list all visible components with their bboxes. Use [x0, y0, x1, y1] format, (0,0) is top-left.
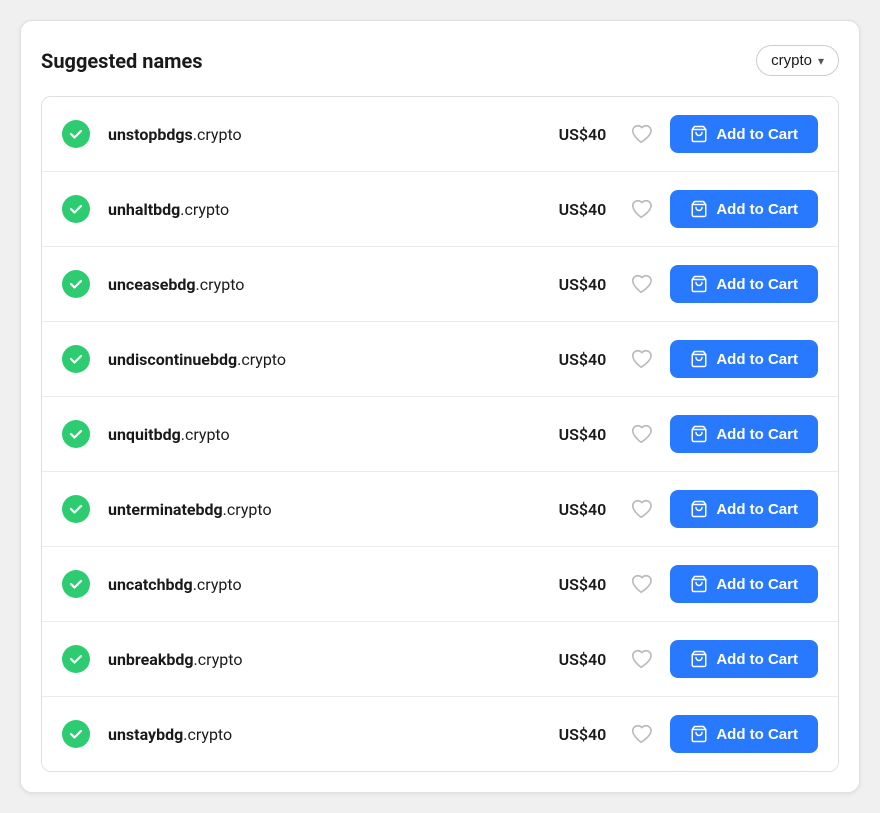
cart-icon: [690, 425, 708, 443]
domain-row: unstaybdg.crypto US$40 Add to Cart: [42, 697, 838, 771]
wishlist-button[interactable]: [626, 269, 656, 299]
cart-icon: [690, 125, 708, 143]
add-to-cart-label: Add to Cart: [716, 351, 798, 368]
available-check-icon: [62, 570, 90, 598]
domain-list: unstopbdgs.crypto US$40 Add to Cart: [41, 96, 839, 772]
domain-price: US$40: [551, 125, 606, 144]
available-check-icon: [62, 195, 90, 223]
wishlist-button[interactable]: [626, 719, 656, 749]
domain-name: unstopbdgs.crypto: [108, 125, 551, 144]
panel-title: Suggested names: [41, 49, 203, 73]
domain-row: undiscontinuebdg.crypto US$40 Add to Car…: [42, 322, 838, 397]
add-to-cart-label: Add to Cart: [716, 426, 798, 443]
domain-row: unceasebdg.crypto US$40 Add to Cart: [42, 247, 838, 322]
wishlist-button[interactable]: [626, 344, 656, 374]
available-check-icon: [62, 120, 90, 148]
domain-price: US$40: [551, 575, 606, 594]
available-check-icon: [62, 345, 90, 373]
domain-name: uncatchbdg.crypto: [108, 575, 551, 594]
domain-name: unhaltbdg.crypto: [108, 200, 551, 219]
add-to-cart-button[interactable]: Add to Cart: [670, 715, 818, 753]
available-check-icon: [62, 495, 90, 523]
domain-name: unquitbdg.crypto: [108, 425, 551, 444]
cart-icon: [690, 725, 708, 743]
cart-icon: [690, 500, 708, 518]
domain-price: US$40: [551, 200, 606, 219]
available-check-icon: [62, 645, 90, 673]
domain-price: US$40: [551, 650, 606, 669]
domain-name: unbreakbdg.crypto: [108, 650, 551, 669]
add-to-cart-label: Add to Cart: [716, 501, 798, 518]
domain-price: US$40: [551, 725, 606, 744]
wishlist-button[interactable]: [626, 644, 656, 674]
add-to-cart-button[interactable]: Add to Cart: [670, 490, 818, 528]
chevron-down-icon: ▾: [818, 54, 824, 68]
panel-header: Suggested names crypto ▾: [41, 45, 839, 76]
dropdown-label: crypto: [771, 52, 812, 69]
domain-name: unceasebdg.crypto: [108, 275, 551, 294]
available-check-icon: [62, 270, 90, 298]
domain-price: US$40: [551, 425, 606, 444]
domain-name: unterminatebdg.crypto: [108, 500, 551, 519]
add-to-cart-label: Add to Cart: [716, 576, 798, 593]
add-to-cart-button[interactable]: Add to Cart: [670, 565, 818, 603]
wishlist-button[interactable]: [626, 494, 656, 524]
wishlist-button[interactable]: [626, 419, 656, 449]
wishlist-button[interactable]: [626, 569, 656, 599]
cart-icon: [690, 350, 708, 368]
cart-icon: [690, 650, 708, 668]
add-to-cart-button[interactable]: Add to Cart: [670, 415, 818, 453]
add-to-cart-label: Add to Cart: [716, 126, 798, 143]
suggested-names-panel: Suggested names crypto ▾ unstopbdgs.cryp…: [20, 20, 860, 793]
domain-row: unhaltbdg.crypto US$40 Add to Cart: [42, 172, 838, 247]
domain-name: undiscontinuebdg.crypto: [108, 350, 551, 369]
domain-price: US$40: [551, 275, 606, 294]
tld-dropdown[interactable]: crypto ▾: [756, 45, 839, 76]
add-to-cart-button[interactable]: Add to Cart: [670, 265, 818, 303]
domain-name: unstaybdg.crypto: [108, 725, 551, 744]
domain-row: unterminatebdg.crypto US$40 Add to Cart: [42, 472, 838, 547]
domain-row: unbreakbdg.crypto US$40 Add to Cart: [42, 622, 838, 697]
add-to-cart-button[interactable]: Add to Cart: [670, 115, 818, 153]
wishlist-button[interactable]: [626, 119, 656, 149]
add-to-cart-button[interactable]: Add to Cart: [670, 190, 818, 228]
domain-price: US$40: [551, 350, 606, 369]
cart-icon: [690, 200, 708, 218]
domain-row: unquitbdg.crypto US$40 Add to Cart: [42, 397, 838, 472]
available-check-icon: [62, 420, 90, 448]
add-to-cart-button[interactable]: Add to Cart: [670, 640, 818, 678]
add-to-cart-button[interactable]: Add to Cart: [670, 340, 818, 378]
available-check-icon: [62, 720, 90, 748]
cart-icon: [690, 275, 708, 293]
add-to-cart-label: Add to Cart: [716, 726, 798, 743]
domain-price: US$40: [551, 500, 606, 519]
domain-row: uncatchbdg.crypto US$40 Add to Cart: [42, 547, 838, 622]
add-to-cart-label: Add to Cart: [716, 201, 798, 218]
wishlist-button[interactable]: [626, 194, 656, 224]
cart-icon: [690, 575, 708, 593]
add-to-cart-label: Add to Cart: [716, 276, 798, 293]
add-to-cart-label: Add to Cart: [716, 651, 798, 668]
domain-row: unstopbdgs.crypto US$40 Add to Cart: [42, 97, 838, 172]
